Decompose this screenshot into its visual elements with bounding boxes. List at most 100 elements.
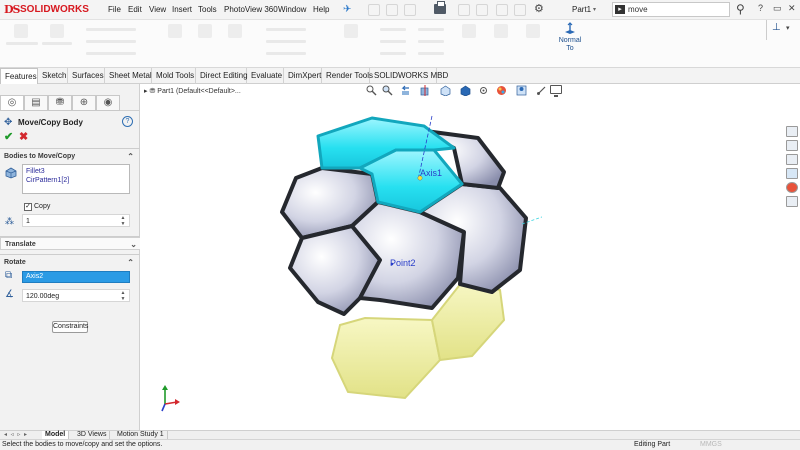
command-search-box[interactable]: ▸ [612, 2, 730, 17]
cancel-button[interactable]: ✖ [19, 130, 28, 143]
gear-icon[interactable]: ⚙ [534, 2, 544, 15]
hide-show-items-icon[interactable] [478, 85, 489, 96]
appearances-icon[interactable] [786, 182, 798, 193]
open-icon[interactable] [386, 4, 398, 16]
command-search-input[interactable] [628, 4, 724, 15]
undo-icon[interactable] [458, 4, 470, 16]
status-units[interactable]: MMGS [700, 441, 722, 448]
hole-wizard-icon[interactable] [198, 24, 212, 38]
list-item[interactable]: CirPattern1[2] [26, 176, 126, 185]
extruded-boss-icon[interactable] [14, 24, 28, 38]
solidworks-logo[interactable]: DS SOLIDWORKS [4, 3, 92, 17]
constraints-button[interactable]: Constraints [52, 321, 88, 333]
extruded-boss-label [6, 42, 38, 45]
tab-render-tools[interactable]: Render Tools [322, 68, 373, 84]
tab-mold-tools[interactable]: Mold Tools [152, 68, 196, 84]
dimxpert-manager-tab[interactable]: ⊕ [72, 95, 96, 111]
rebuild-icon[interactable] [514, 4, 526, 16]
translate-group-header[interactable]: Translate ⌄ [0, 237, 144, 250]
extruded-cut-icon[interactable] [168, 24, 182, 38]
menu-file[interactable]: File [108, 5, 121, 14]
chevron-down-icon[interactable]: ▾ [786, 24, 790, 32]
previous-view-icon[interactable] [400, 85, 411, 96]
revolved-cut-icon[interactable] [228, 24, 242, 38]
chevron-down-icon[interactable]: ⌄ [130, 238, 137, 251]
flyout-feature-tree[interactable]: ▸ ⛃ Part1 (Default<<Default>... [144, 87, 241, 95]
expand-arrow-icon[interactable]: ▸ [144, 88, 148, 95]
normal-to-button[interactable]: Normal To [556, 22, 584, 53]
swept-cut-label [266, 28, 306, 31]
help-dropdown-icon[interactable]: ? [758, 3, 763, 13]
curves-icon[interactable] [494, 24, 508, 38]
monitor-icon[interactable] [550, 85, 562, 97]
rotate-group-header[interactable]: Rotate ⌃ [0, 256, 140, 269]
lofted-boss-label [86, 40, 136, 43]
new-document-icon[interactable] [368, 4, 380, 16]
display-manager-tab[interactable]: ◉ [96, 95, 120, 111]
design-library-icon[interactable] [786, 140, 798, 151]
feature-manager-tab[interactable]: ◎ [0, 95, 24, 111]
angle-input[interactable] [26, 291, 114, 301]
print-icon[interactable] [434, 1, 446, 14]
tab-surfaces[interactable]: Surfaces [68, 68, 105, 84]
close-button[interactable]: ✕ [788, 3, 796, 14]
property-manager-tab[interactable]: ▤ [24, 95, 48, 111]
copies-input[interactable] [26, 216, 114, 226]
menu-help[interactable]: Help [313, 5, 329, 14]
pin-toolbar-icon[interactable]: ⊥ [772, 22, 781, 33]
reference-geometry-icon[interactable] [462, 24, 476, 38]
display-style-icon[interactable] [460, 85, 471, 96]
tab-sheet-metal[interactable]: Sheet Metal [105, 68, 152, 84]
pushpin-icon[interactable]: ✈ [343, 4, 351, 15]
tab-sketch[interactable]: Sketch [38, 68, 68, 84]
view-palette-icon[interactable] [786, 168, 798, 179]
menu-view[interactable]: View [149, 5, 166, 14]
revolved-boss-icon[interactable] [50, 24, 64, 38]
list-item[interactable]: Fillet3 [26, 167, 126, 176]
tab-direct-editing[interactable]: Direct Editing [196, 68, 248, 84]
chevron-down-icon[interactable]: ▾ [593, 6, 596, 13]
menu-insert[interactable]: Insert [172, 5, 192, 14]
resources-icon[interactable] [786, 126, 798, 137]
ok-button[interactable]: ✔ [4, 130, 13, 143]
graphics-area[interactable]: ▸ ⛃ Part1 (Default<<Default>... Axis1 Po… [140, 84, 800, 430]
chevron-up-icon[interactable]: ⌃ [127, 150, 134, 163]
redo-icon[interactable] [476, 4, 488, 16]
tab-features[interactable]: Features [0, 68, 38, 84]
instant3d-icon[interactable] [526, 24, 540, 38]
zoom-area-icon[interactable] [382, 85, 393, 96]
section-view-icon[interactable] [420, 85, 431, 96]
spin-arrows-icon[interactable]: ▲ ▼ [120, 290, 126, 302]
menu-photoview[interactable]: PhotoView 360 [224, 5, 278, 14]
select-icon[interactable] [496, 4, 508, 16]
menu-tools[interactable]: Tools [198, 5, 217, 14]
copy-checkbox[interactable]: ✓ [24, 203, 32, 211]
configuration-manager-tab[interactable]: ⛃ [48, 95, 72, 111]
edit-appearance-icon[interactable] [496, 85, 507, 96]
chevron-up-icon[interactable]: ⌃ [127, 256, 134, 269]
soccer-ball-model[interactable]: Axis1 Point2 [272, 110, 542, 410]
linear-pattern-icon[interactable] [344, 24, 358, 38]
search-icon[interactable]: ⚲ [736, 2, 745, 16]
tab-solidworks-mbd[interactable]: SOLIDWORKS MBD [370, 68, 448, 84]
bodies-group-header[interactable]: Bodies to Move/Copy ⌃ [0, 150, 140, 163]
spin-arrows-icon[interactable]: ▲ ▼ [120, 215, 126, 227]
view-settings-icon[interactable] [536, 85, 547, 96]
copies-spinbox[interactable]: ▲▼ [22, 214, 130, 227]
menu-window[interactable]: Window [278, 5, 306, 14]
bodies-selection-list[interactable]: Fillet3 CirPattern1[2] [22, 164, 130, 194]
rotation-reference-field[interactable]: Axis2 [22, 271, 130, 283]
tab-evaluate[interactable]: Evaluate [247, 68, 284, 84]
custom-properties-icon[interactable] [786, 196, 798, 207]
zoom-to-fit-icon[interactable] [366, 85, 377, 96]
tab-scroll-arrows-icon[interactable]: ◂ ◃ ▹ ▸ [4, 431, 28, 439]
help-icon[interactable]: ? [122, 116, 133, 127]
save-icon[interactable] [404, 4, 416, 16]
file-explorer-icon[interactable] [786, 154, 798, 165]
apply-scene-icon[interactable] [516, 85, 527, 96]
view-orientation-icon[interactable] [440, 85, 451, 96]
angle-spinbox[interactable]: ▲▼ [22, 289, 130, 302]
tab-dimxpert[interactable]: DimXpert [284, 68, 322, 84]
menu-edit[interactable]: Edit [128, 5, 142, 14]
minimize-button[interactable]: ▭ [773, 3, 782, 14]
